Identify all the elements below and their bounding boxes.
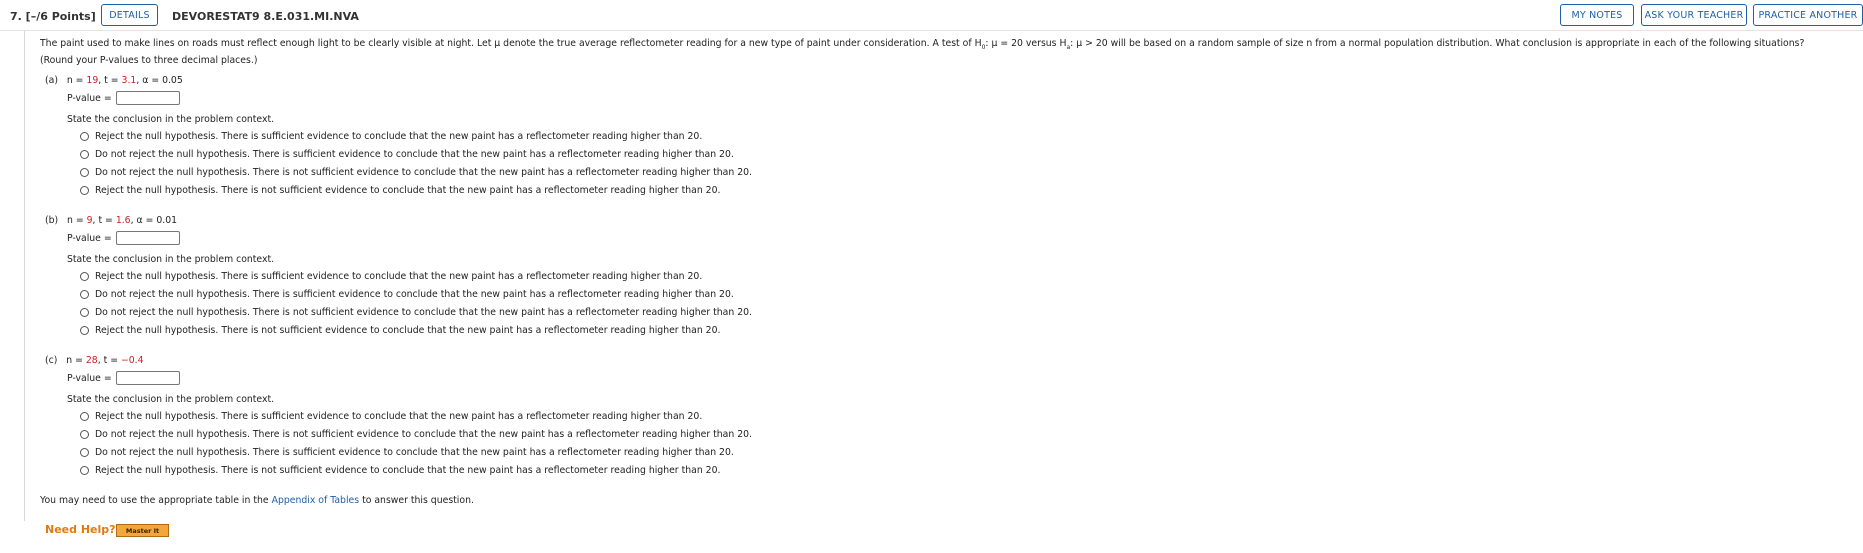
master-it-button[interactable]: Master It <box>116 524 169 537</box>
details-button[interactable]: DETAILS <box>101 4 158 26</box>
part-c-n-value: 28 <box>85 355 98 366</box>
option-label: Reject the null hypothesis. There is not… <box>95 465 721 476</box>
part-a-alpha: , α = 0.05 <box>136 75 183 86</box>
part-a-t-value: 3.1 <box>121 75 137 86</box>
part-b-option-3[interactable]: Do not reject the null hypothesis. There… <box>80 307 752 318</box>
option-label: Do not reject the null hypothesis. There… <box>95 447 734 458</box>
part-a-pvalue-row: P-value = <box>67 91 180 105</box>
radio-icon[interactable] <box>80 308 89 317</box>
part-b-pvalue-row: P-value = <box>67 231 180 245</box>
radio-icon[interactable] <box>80 290 89 299</box>
part-a-pvalue-input[interactable] <box>115 91 180 105</box>
radio-icon[interactable] <box>80 430 89 439</box>
radio-icon[interactable] <box>80 150 89 159</box>
appendix-note-end: to answer this question. <box>359 495 474 506</box>
part-c-state-label: State the conclusion in the problem cont… <box>67 394 275 405</box>
part-a-option-1[interactable]: Reject the null hypothesis. There is suf… <box>80 131 702 142</box>
part-c-t-label: , t = <box>97 355 121 366</box>
part-b-option-2[interactable]: Do not reject the null hypothesis. There… <box>80 289 734 300</box>
need-help-label: Need Help? <box>45 523 116 536</box>
option-label: Do not reject the null hypothesis. There… <box>95 307 753 318</box>
radio-icon[interactable] <box>80 272 89 281</box>
part-c-option-4[interactable]: Reject the null hypothesis. There is not… <box>80 465 720 476</box>
option-label: Reject the null hypothesis. There is suf… <box>95 411 703 422</box>
part-c-label: (c) <box>45 355 58 366</box>
part-a-t-label: , t = <box>98 75 122 86</box>
part-c-pvalue-input[interactable] <box>115 371 180 385</box>
part-a-state-label: State the conclusion in the problem cont… <box>67 114 275 125</box>
ask-teacher-button[interactable]: ASK YOUR TEACHER <box>1641 4 1747 26</box>
radio-icon[interactable] <box>80 448 89 457</box>
radio-icon[interactable] <box>80 326 89 335</box>
part-a-n-label: n = <box>66 75 87 86</box>
part-a-n-value: 19 <box>86 75 99 86</box>
part-a-option-2[interactable]: Do not reject the null hypothesis. There… <box>80 149 734 160</box>
option-label: Reject the null hypothesis. There is suf… <box>95 131 703 142</box>
radio-icon[interactable] <box>80 168 89 177</box>
part-c-pvalue-row: P-value = <box>67 371 180 385</box>
question-number: 7. [–/6 Points] <box>10 10 96 23</box>
appendix-note-text: You may need to use the appropriate tabl… <box>40 495 272 506</box>
part-c-header: (c) n = 28, t = −0.4 <box>45 355 144 366</box>
part-c-option-1[interactable]: Reject the null hypothesis. There is suf… <box>80 411 702 422</box>
part-c-pvalue-label: P-value = <box>67 372 112 384</box>
part-c-option-3[interactable]: Do not reject the null hypothesis. There… <box>80 447 734 458</box>
part-a-label: (a) <box>45 75 58 86</box>
part-b-header: (b) n = 9, t = 1.6, α = 0.01 <box>45 215 177 226</box>
option-label: Do not reject the null hypothesis. There… <box>95 149 734 160</box>
part-b-t-value: 1.6 <box>115 215 131 226</box>
appendix-note: You may need to use the appropriate tabl… <box>40 495 474 506</box>
part-a-header: (a) n = 19, t = 3.1, α = 0.05 <box>45 75 183 86</box>
question-intro: The paint used to make lines on roads mu… <box>40 37 1840 68</box>
part-b-pvalue-input[interactable] <box>115 231 180 245</box>
option-label: Do not reject the null hypothesis. There… <box>95 429 753 440</box>
option-label: Reject the null hypothesis. There is not… <box>95 185 721 196</box>
part-c-t-value: −0.4 <box>120 355 144 366</box>
radio-icon[interactable] <box>80 132 89 141</box>
radio-icon[interactable] <box>80 412 89 421</box>
intro-text-2: : μ = 20 versus H <box>985 38 1067 49</box>
part-a-option-3[interactable]: Do not reject the null hypothesis. There… <box>80 167 752 178</box>
option-label: Do not reject the null hypothesis. There… <box>95 289 734 300</box>
practice-another-button[interactable]: PRACTICE ANOTHER <box>1753 4 1863 26</box>
part-b-t-label: , t = <box>92 215 116 226</box>
part-c-option-2[interactable]: Do not reject the null hypothesis. There… <box>80 429 752 440</box>
part-b-option-1[interactable]: Reject the null hypothesis. There is suf… <box>80 271 702 282</box>
part-b-option-4[interactable]: Reject the null hypothesis. There is not… <box>80 325 720 336</box>
part-b-n-label: n = <box>67 215 87 226</box>
question-header: 7. [–/6 Points] DETAILS DEVORESTAT9 8.E.… <box>0 0 1863 31</box>
appendix-link[interactable]: Appendix of Tables <box>272 495 360 506</box>
question-left-border <box>24 31 25 521</box>
part-a-option-4[interactable]: Reject the null hypothesis. There is not… <box>80 185 720 196</box>
radio-icon[interactable] <box>80 186 89 195</box>
part-b-state-label: State the conclusion in the problem cont… <box>67 254 275 265</box>
radio-icon[interactable] <box>80 466 89 475</box>
my-notes-button[interactable]: MY NOTES <box>1560 4 1634 26</box>
part-b-pvalue-label: P-value = <box>67 232 112 244</box>
part-c-n-label: n = <box>66 355 86 366</box>
part-b-alpha: , α = 0.01 <box>130 215 178 226</box>
question-code: DEVORESTAT9 8.E.031.MI.NVA <box>172 10 359 23</box>
part-b-label: (b) <box>45 215 59 226</box>
option-label: Reject the null hypothesis. There is not… <box>95 325 721 336</box>
part-a-pvalue-label: P-value = <box>67 92 112 104</box>
option-label: Reject the null hypothesis. There is suf… <box>95 271 703 282</box>
intro-text-1: The paint used to make lines on roads mu… <box>40 38 982 49</box>
option-label: Do not reject the null hypothesis. There… <box>95 167 753 178</box>
